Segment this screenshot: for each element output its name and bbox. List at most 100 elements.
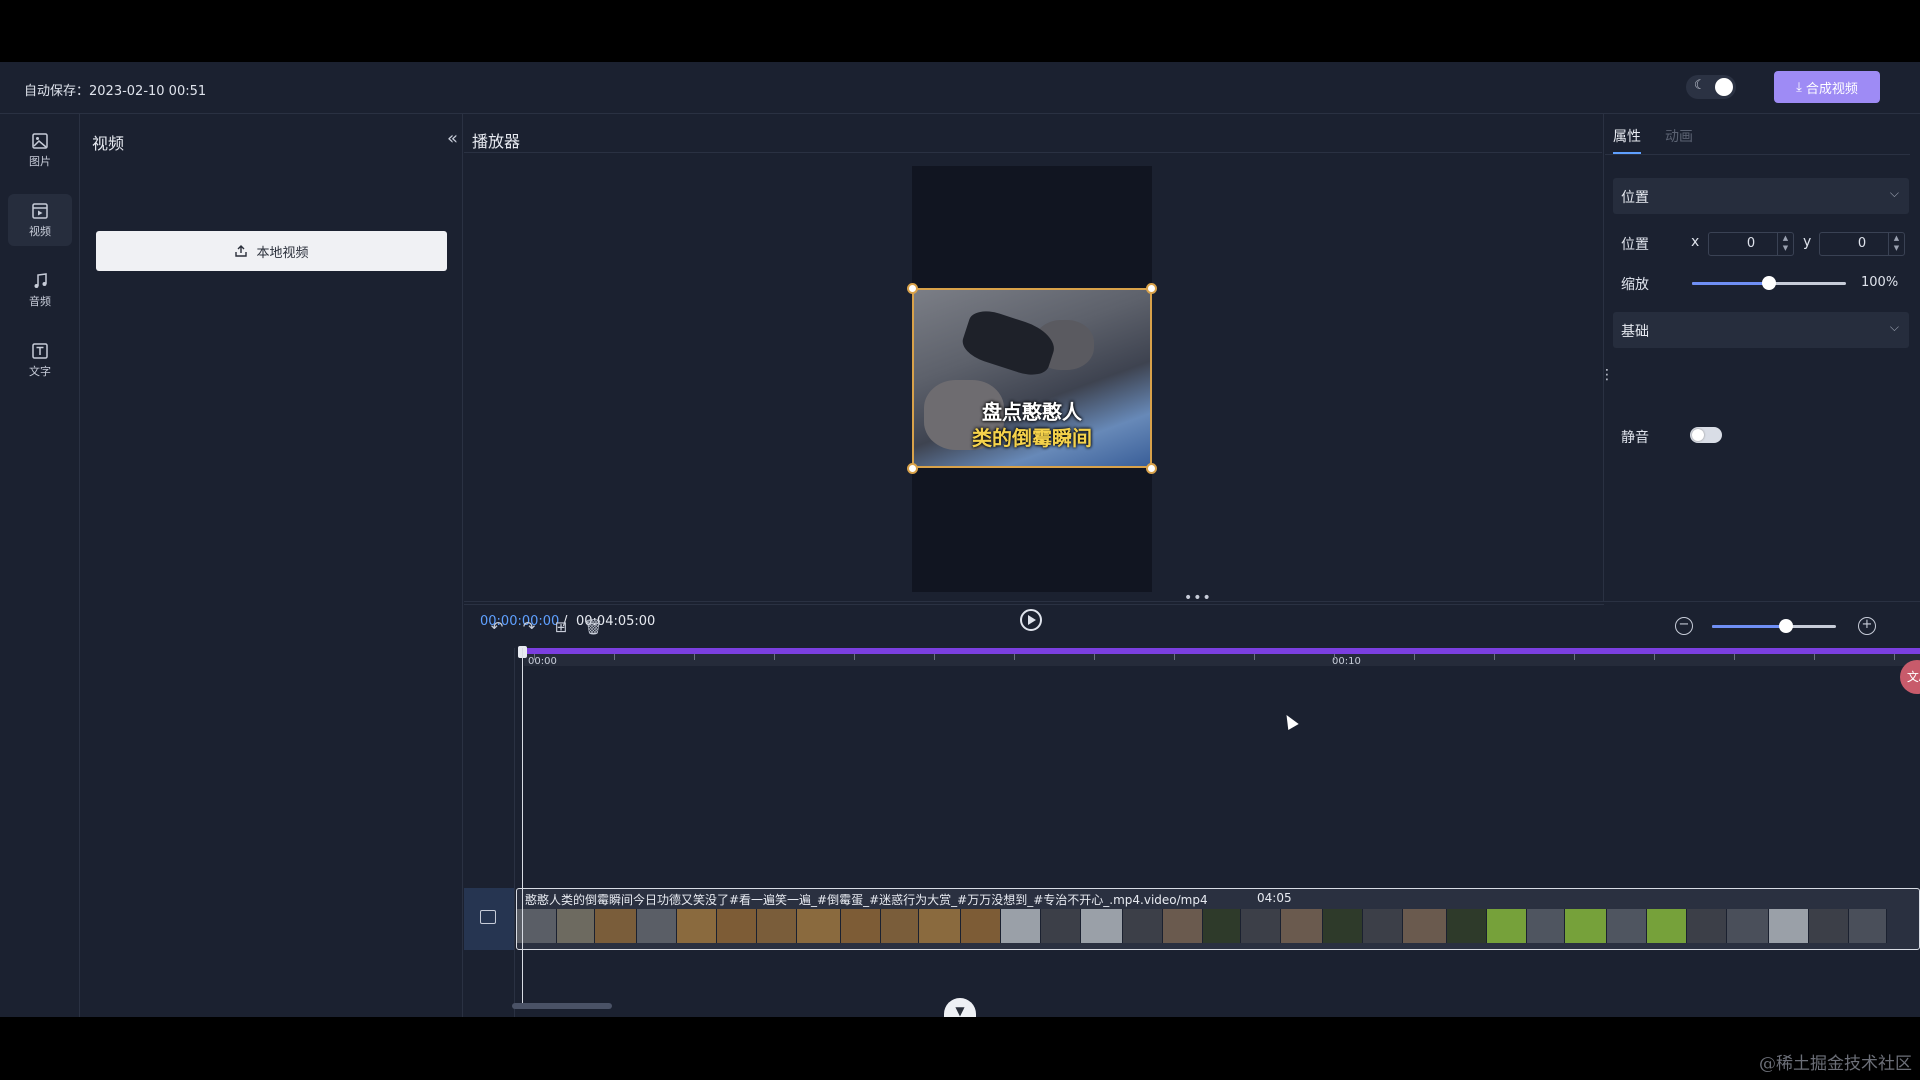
split-icon[interactable]: ⊞ [552,618,570,636]
clip-thumbnail [1403,909,1447,943]
upload-label: 本地视频 [256,245,309,261]
ruler-tick [1894,654,1895,660]
chevron-down-icon: ⌵ [1889,320,1899,334]
clip-thumbnail [1849,909,1887,943]
clip-thumbnail [1607,909,1647,943]
delete-icon[interactable]: 🗑 [584,618,603,636]
scale-slider-knob[interactable] [1762,276,1776,290]
collapse-icon[interactable]: « [447,128,458,149]
scale-slider-fill [1692,282,1769,285]
clip-thumbnail [1447,909,1487,943]
rail-item-audio[interactable]: 音频 [8,264,72,316]
zoom-in-icon[interactable]: + [1858,617,1876,635]
download-icon: ⤓ [1796,79,1802,95]
chevron-down-icon[interactable]: ▼ [944,998,976,1017]
tab-animation[interactable]: 动画 [1665,126,1693,146]
ruler-tick [1174,654,1175,660]
player-title: 播放器 [472,132,521,151]
playhead[interactable] [522,648,523,1008]
divider [1605,154,1910,155]
timeline: ••• ↶ ↷ ⊞ 🗑 − + 00:00 00:10 憨憨人类的倒霉瞬间今日功… [464,590,1920,1017]
preview-canvas[interactable]: 盘点憨憨人 类的倒霉瞬间 [907,166,1157,592]
track-gutter [514,648,515,1017]
resize-handle-top-left[interactable] [907,283,918,294]
theme-toggle[interactable]: ☾ [1686,75,1736,99]
timeline-video-clip[interactable]: 憨憨人类的倒霉瞬间今日功德又笑没了#看一遍笑一遍_#倒霉蛋_#迷惑行为大赏_#万… [516,888,1920,950]
scale-value: 100% [1861,275,1899,290]
resize-handle-bottom-left[interactable] [907,463,918,474]
clip-thumbnail [1647,909,1687,943]
more-vertical-icon[interactable]: ⋮ [1600,367,1614,383]
y-label: y [1803,234,1812,250]
resize-handle-bottom-right[interactable] [1146,463,1157,474]
clip-thumbnail [961,909,1001,943]
x-input[interactable]: 0 ▲ ▼ [1708,232,1794,256]
ruler-label: 00:00 [528,656,557,667]
ruler-progress-bar [524,648,1920,654]
watermark: @稀土掘金技术社区 [1759,1054,1912,1074]
clip-thumbnail [1041,909,1081,943]
media-panel: 视频 « 本地视频 [80,114,463,1017]
section-title: 位置 [1621,190,1649,206]
player-area: 播放器 盘点憨憨人 类的倒霉瞬间 00:00:00:00 / 00:04:05:… [464,114,1604,631]
clip-thumbnail [1527,909,1565,943]
scene-person [958,305,1060,381]
rail-item-image[interactable]: 图片 [8,124,72,176]
rail-item-video[interactable]: 视频 [8,194,72,246]
clip-thumbnail [1687,909,1727,943]
horizontal-scrollbar[interactable] [512,1003,612,1009]
toggle-knob [1715,78,1733,96]
zoom-slider-knob[interactable] [1779,619,1794,633]
ruler-tick [774,654,775,660]
resize-handle-icon[interactable]: ••• [1184,590,1212,606]
redo-icon[interactable]: ↷ [520,618,538,636]
clip-thumbnail [1281,909,1323,943]
video-track-header[interactable] [464,888,514,950]
y-input[interactable]: 0 ▲ ▼ [1819,232,1905,256]
zoom-out-icon[interactable]: − [1675,617,1693,635]
clip-thumbnail [1809,909,1849,943]
section-position-header[interactable]: 位置 ⌵ [1613,178,1909,214]
ruler-tick [1094,654,1095,660]
chevron-down-icon: ⌵ [1889,186,1899,200]
clip-thumbnail [841,909,881,943]
top-bar: 自动保存：2023-02-10 00:51 ☾ ⤓ 合成视频 [0,62,1920,114]
section-basic-header[interactable]: 基础 ⌵ [1613,312,1909,348]
stepper-icon[interactable]: ▲ ▼ [1888,233,1904,255]
properties-panel: 属性 动画 位置 ⌵ 位置 x 0 ▲ ▼ y 0 ▲ ▼ 缩放 100% 基础 ⌵… [1605,114,1920,601]
resize-handle-top-right[interactable] [1146,283,1157,294]
video-frame[interactable]: 盘点憨憨人 类的倒霉瞬间 [912,288,1152,468]
translate-icon[interactable]: 文A [1900,660,1920,694]
mute-toggle[interactable] [1690,427,1722,443]
ruler-tick [1654,654,1655,660]
stepper-icon[interactable]: ▲ ▼ [1777,233,1793,255]
clip-thumbnail [1565,909,1607,943]
clip-duration: 04:05 [1257,891,1292,905]
rail-item-text[interactable]: 文字 [8,334,72,386]
clip-thumbnail [797,909,841,943]
tab-attributes[interactable]: 属性 [1613,126,1641,146]
clip-thumbnail [517,909,557,943]
divider [464,152,1602,153]
clip-thumbnail [1323,909,1363,943]
video-icon [32,202,48,219]
scale-label: 缩放 [1621,277,1649,293]
ruler-tick [1414,654,1415,660]
y-value: 0 [1857,236,1867,251]
ruler-tick [1814,654,1815,660]
x-value: 0 [1746,236,1756,251]
rail-label: 音频 [29,294,51,308]
time-ruler[interactable]: 00:00 00:10 [524,648,1920,667]
video-caption-line1: 盘点憨憨人 [982,400,1082,424]
upload-icon [235,245,248,257]
upload-local-video-button[interactable]: 本地视频 [96,231,447,271]
undo-icon[interactable]: ↶ [488,618,506,636]
clip-thumbnail [1123,909,1163,943]
clip-thumbnail [1081,909,1123,943]
ruler-tick [934,654,935,660]
compose-video-button[interactable]: ⤓ 合成视频 [1774,71,1880,103]
compose-video-label: 合成视频 [1805,81,1858,97]
left-rail: 图片 视频 音频 文字 [0,114,80,1017]
clip-thumbnail [919,909,961,943]
x-label: x [1691,234,1700,250]
